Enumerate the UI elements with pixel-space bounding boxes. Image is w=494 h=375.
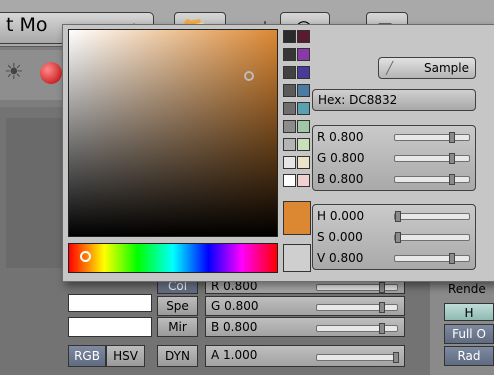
palette-right-swatch[interactable]	[297, 84, 310, 97]
palette-right-swatch[interactable]	[297, 174, 310, 187]
render-rad-button[interactable]: Rad	[444, 346, 494, 366]
sun-icon[interactable]: ☀	[4, 60, 24, 85]
render-label: Rende	[448, 282, 486, 296]
render-h-button[interactable]: H	[444, 303, 494, 321]
previous-color-swatch[interactable]	[283, 244, 311, 272]
s-slider[interactable]: S 0.000	[312, 227, 476, 247]
palette-left-swatch[interactable]	[283, 30, 296, 43]
sv-cursor-icon[interactable]	[244, 71, 254, 81]
g-slider-label: G 0.800	[317, 151, 365, 165]
b-slider-knob[interactable]	[449, 174, 455, 185]
r-slider-knob[interactable]	[449, 132, 455, 143]
palette-right-swatch[interactable]	[297, 66, 310, 79]
h-slider-knob[interactable]	[395, 211, 401, 222]
g-slider-track[interactable]	[394, 153, 470, 164]
hex-field[interactable]: Hex: DC8832	[312, 89, 476, 111]
palette-right-swatch[interactable]	[297, 120, 310, 133]
palette-left-swatch[interactable]	[283, 102, 296, 115]
material-a-label: A 1.000	[211, 348, 258, 362]
palette-left-swatch[interactable]	[283, 156, 296, 169]
mode-select-label: t Mo	[6, 14, 48, 36]
mir-color-swatch[interactable]	[68, 317, 152, 337]
hue-bar[interactable]	[68, 243, 278, 273]
h-slider-label: H 0.000	[317, 209, 365, 223]
render-full-button[interactable]: Full O	[444, 324, 494, 344]
palette-left-swatch[interactable]	[283, 120, 296, 133]
palette-right-swatch[interactable]	[297, 156, 310, 169]
h-slider[interactable]: H 0.000	[312, 206, 476, 226]
h-slider-track[interactable]	[394, 211, 470, 222]
preview-area	[6, 118, 62, 268]
material-alpha-slider[interactable]: A 1.000	[205, 345, 405, 367]
sample-button-label: Sample	[424, 61, 469, 75]
material-sphere-icon[interactable]	[40, 62, 62, 84]
material-g-slider[interactable]: G 0.800	[205, 296, 405, 316]
r-slider-label: R 0.800	[317, 130, 364, 144]
palette-left-swatch[interactable]	[283, 174, 296, 187]
mode-rgb-button[interactable]: RGB	[68, 345, 106, 367]
b-slider[interactable]: B 0.800	[312, 169, 476, 189]
material-b-slider[interactable]: B 0.800	[205, 317, 405, 337]
r-slider[interactable]: R 0.800	[312, 127, 476, 147]
palette-left-swatch[interactable]	[283, 84, 296, 97]
hue-cursor-icon[interactable]	[80, 251, 91, 262]
s-slider-label: S 0.000	[317, 230, 363, 244]
v-slider-label: V 0.800	[317, 251, 364, 265]
palette-right-swatch[interactable]	[297, 102, 310, 115]
v-slider-knob[interactable]	[449, 253, 455, 264]
spec-color-swatch[interactable]	[68, 294, 152, 312]
b-slider-track[interactable]	[394, 174, 470, 185]
b-slider-label: B 0.800	[317, 172, 364, 186]
palette-right-swatch[interactable]	[297, 30, 310, 43]
v-slider-track[interactable]	[394, 253, 470, 264]
palette-right-swatch[interactable]	[297, 138, 310, 151]
s-slider-track[interactable]	[394, 232, 470, 243]
current-color-swatch	[283, 201, 311, 235]
mode-hsv-button[interactable]: HSV	[106, 345, 145, 367]
g-slider[interactable]: G 0.800	[312, 148, 476, 168]
palette-left-swatch[interactable]	[283, 138, 296, 151]
mode-dyn-button[interactable]: DYN	[157, 345, 198, 367]
eyedropper-icon: ╱	[386, 61, 394, 75]
tab-mir[interactable]: Mir	[157, 317, 198, 337]
saturation-value-square[interactable]	[68, 29, 278, 237]
s-slider-knob[interactable]	[395, 232, 401, 243]
material-g-label: G 0.800	[211, 299, 259, 313]
r-slider-track[interactable]	[394, 132, 470, 143]
v-slider[interactable]: V 0.800	[312, 248, 476, 268]
tab-spe[interactable]: Spe	[157, 296, 198, 316]
material-b-label: B 0.800	[211, 320, 258, 334]
palette-left-swatch[interactable]	[283, 48, 296, 61]
g-slider-knob[interactable]	[449, 153, 455, 164]
palette-left-swatch[interactable]	[283, 66, 296, 79]
palette-right-swatch[interactable]	[297, 48, 310, 61]
